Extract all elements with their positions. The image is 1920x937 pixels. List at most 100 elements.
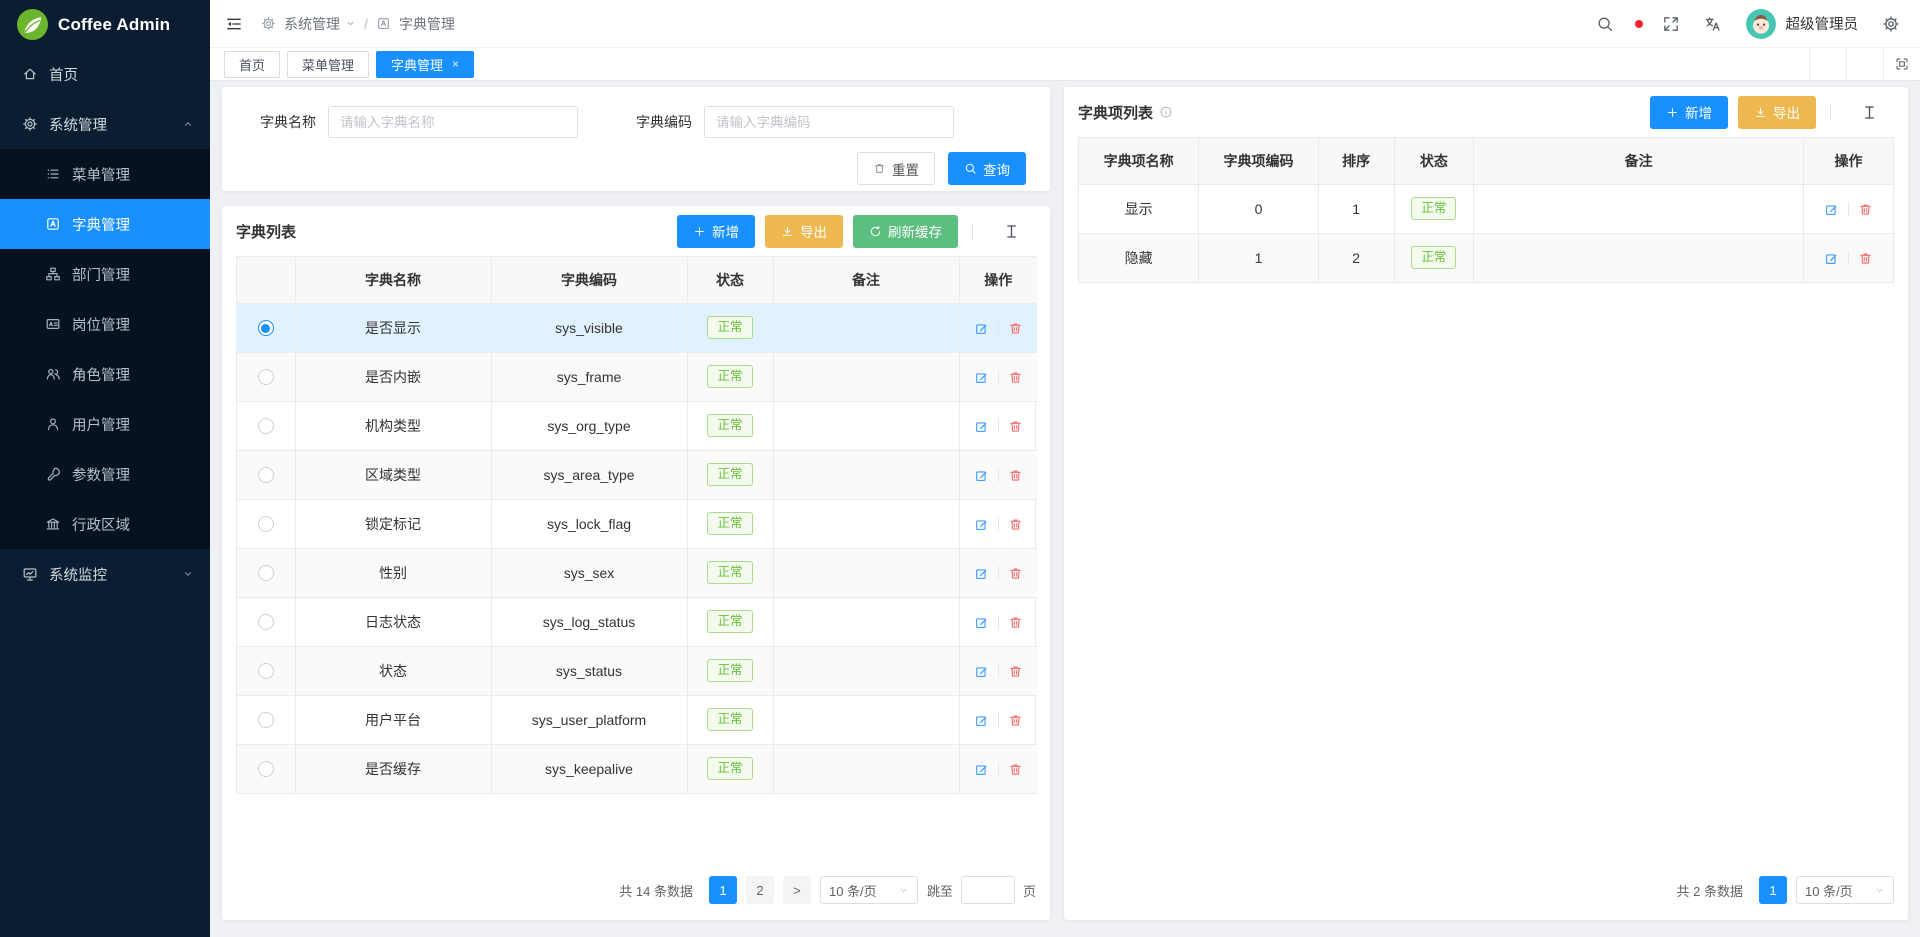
trash-icon[interactable] xyxy=(1008,566,1023,581)
breadcrumb-item-dict[interactable]: 字典管理 xyxy=(399,14,455,34)
search-icon[interactable] xyxy=(1596,15,1614,33)
table-row[interactable]: 日志状态sys_log_status正常 xyxy=(237,597,1037,646)
row-radio[interactable] xyxy=(258,663,274,679)
reset-button[interactable]: 重置 xyxy=(857,152,935,185)
tab-1[interactable]: 菜单管理 xyxy=(287,51,369,78)
sidebar-subitem-6[interactable]: 参数管理 xyxy=(0,449,210,499)
sidebar-item-monitor[interactable]: 系统监控 xyxy=(0,549,210,599)
edit-icon[interactable] xyxy=(1824,251,1839,266)
add-dict-item-button[interactable]: 新增 xyxy=(1650,96,1728,129)
page-button-2[interactable]: 2 xyxy=(746,876,774,904)
table-row[interactable]: 锁定标记sys_lock_flag正常 xyxy=(237,499,1037,548)
trash-icon[interactable] xyxy=(1008,517,1023,532)
sidebar-item-home[interactable]: 首页 xyxy=(0,49,210,99)
user-menu[interactable]: 超级管理员 xyxy=(1746,9,1859,39)
table-row[interactable]: 隐藏12正常 xyxy=(1079,233,1893,282)
chevron-down-icon xyxy=(1874,885,1885,896)
settings-gear-icon[interactable] xyxy=(1882,15,1900,33)
table-row[interactable]: 状态sys_status正常 xyxy=(237,646,1037,695)
trash-icon[interactable] xyxy=(1008,713,1023,728)
column-settings-icon[interactable] xyxy=(1859,102,1880,123)
dict-code-cell: sys_frame xyxy=(491,352,687,401)
translate-icon[interactable] xyxy=(1704,15,1722,33)
edit-icon[interactable] xyxy=(974,713,989,728)
column-settings-icon[interactable] xyxy=(1001,221,1022,242)
page-size-select[interactable]: 10 条/页 xyxy=(820,876,918,904)
trash-icon[interactable] xyxy=(1008,468,1023,483)
refresh-table-icon[interactable] xyxy=(987,229,991,233)
refresh-tab-icon[interactable] xyxy=(1809,48,1846,80)
row-radio[interactable] xyxy=(258,614,274,630)
fullscreen-icon[interactable] xyxy=(1662,15,1680,33)
edit-icon[interactable] xyxy=(974,468,989,483)
query-button[interactable]: 查询 xyxy=(948,152,1026,185)
table-config-gear-icon[interactable] xyxy=(1890,110,1894,114)
row-radio[interactable] xyxy=(258,369,274,385)
page-button-1[interactable]: 1 xyxy=(1759,876,1787,904)
sidebar-subitem-1[interactable]: 字典管理 xyxy=(0,199,210,249)
row-radio[interactable] xyxy=(258,712,274,728)
edit-icon[interactable] xyxy=(974,321,989,336)
row-radio[interactable] xyxy=(258,320,274,336)
close-tab-icon[interactable]: × xyxy=(452,58,459,70)
trash-icon[interactable] xyxy=(1008,762,1023,777)
refresh-table-icon[interactable] xyxy=(1845,110,1849,114)
export-dict-item-button[interactable]: 导出 xyxy=(1738,96,1816,129)
row-radio[interactable] xyxy=(258,467,274,483)
trash-icon[interactable] xyxy=(1008,615,1023,630)
add-dict-button[interactable]: 新增 xyxy=(677,215,755,248)
table-config-gear-icon[interactable] xyxy=(1032,229,1036,233)
sidebar-subitem-0[interactable]: 菜单管理 xyxy=(0,149,210,199)
edit-icon[interactable] xyxy=(974,419,989,434)
trash-icon[interactable] xyxy=(1008,370,1023,385)
edit-icon[interactable] xyxy=(1824,202,1839,217)
tab-options-chevron-icon[interactable] xyxy=(1846,48,1883,80)
item-code-cell: 1 xyxy=(1199,233,1319,282)
edit-icon[interactable] xyxy=(974,762,989,777)
trash-icon[interactable] xyxy=(1008,419,1023,434)
tab-2[interactable]: 字典管理× xyxy=(376,51,474,78)
sidebar-item-system[interactable]: 系统管理 xyxy=(0,99,210,149)
edit-icon[interactable] xyxy=(974,566,989,581)
trash-icon[interactable] xyxy=(1858,202,1873,217)
edit-icon[interactable] xyxy=(974,615,989,630)
sidebar-subitem-4[interactable]: 角色管理 xyxy=(0,349,210,399)
row-radio[interactable] xyxy=(258,418,274,434)
dict-code-input[interactable] xyxy=(704,106,954,138)
maximize-icon[interactable] xyxy=(1883,48,1920,80)
table-row[interactable]: 机构类型sys_org_type正常 xyxy=(237,401,1037,450)
breadcrumb-item-system[interactable]: 系统管理 xyxy=(284,14,356,34)
info-icon[interactable] xyxy=(1159,105,1173,119)
column-header: 字典项编码 xyxy=(1199,138,1319,184)
page-jump-input[interactable] xyxy=(961,876,1015,904)
tab-0[interactable]: 首页 xyxy=(224,51,280,78)
edit-icon[interactable] xyxy=(974,517,989,532)
table-row[interactable]: 区域类型sys_area_type正常 xyxy=(237,450,1037,499)
table-row[interactable]: 是否缓存sys_keepalive正常 xyxy=(237,744,1037,793)
sidebar-subitem-7[interactable]: 行政区域 xyxy=(0,499,210,549)
trash-icon[interactable] xyxy=(1008,664,1023,679)
edit-icon[interactable] xyxy=(974,370,989,385)
row-radio[interactable] xyxy=(258,565,274,581)
next-page-button[interactable]: > xyxy=(783,876,811,904)
page-size-select[interactable]: 10 条/页 xyxy=(1796,876,1894,904)
edit-icon[interactable] xyxy=(974,664,989,679)
row-radio[interactable] xyxy=(258,516,274,532)
sidebar-subitem-3[interactable]: 岗位管理 xyxy=(0,299,210,349)
collapse-sidebar-icon[interactable] xyxy=(225,15,243,33)
table-row[interactable]: 用户平台sys_user_platform正常 xyxy=(237,695,1037,744)
table-row[interactable]: 性别sys_sex正常 xyxy=(237,548,1037,597)
page-button-1[interactable]: 1 xyxy=(709,876,737,904)
table-row[interactable]: 显示01正常 xyxy=(1079,184,1893,233)
table-row[interactable]: 是否显示sys_visible正常 xyxy=(237,303,1037,352)
table-row[interactable]: 是否内嵌sys_frame正常 xyxy=(237,352,1037,401)
sidebar-subitem-2[interactable]: 部门管理 xyxy=(0,249,210,299)
tab-bar: 首页菜单管理字典管理× xyxy=(210,48,1920,81)
refresh-cache-button[interactable]: 刷新缓存 xyxy=(853,215,958,248)
trash-icon[interactable] xyxy=(1008,321,1023,336)
row-radio[interactable] xyxy=(258,761,274,777)
trash-icon[interactable] xyxy=(1858,251,1873,266)
export-dict-button[interactable]: 导出 xyxy=(765,215,843,248)
dict-name-input[interactable] xyxy=(328,106,578,138)
sidebar-subitem-5[interactable]: 用户管理 xyxy=(0,399,210,449)
